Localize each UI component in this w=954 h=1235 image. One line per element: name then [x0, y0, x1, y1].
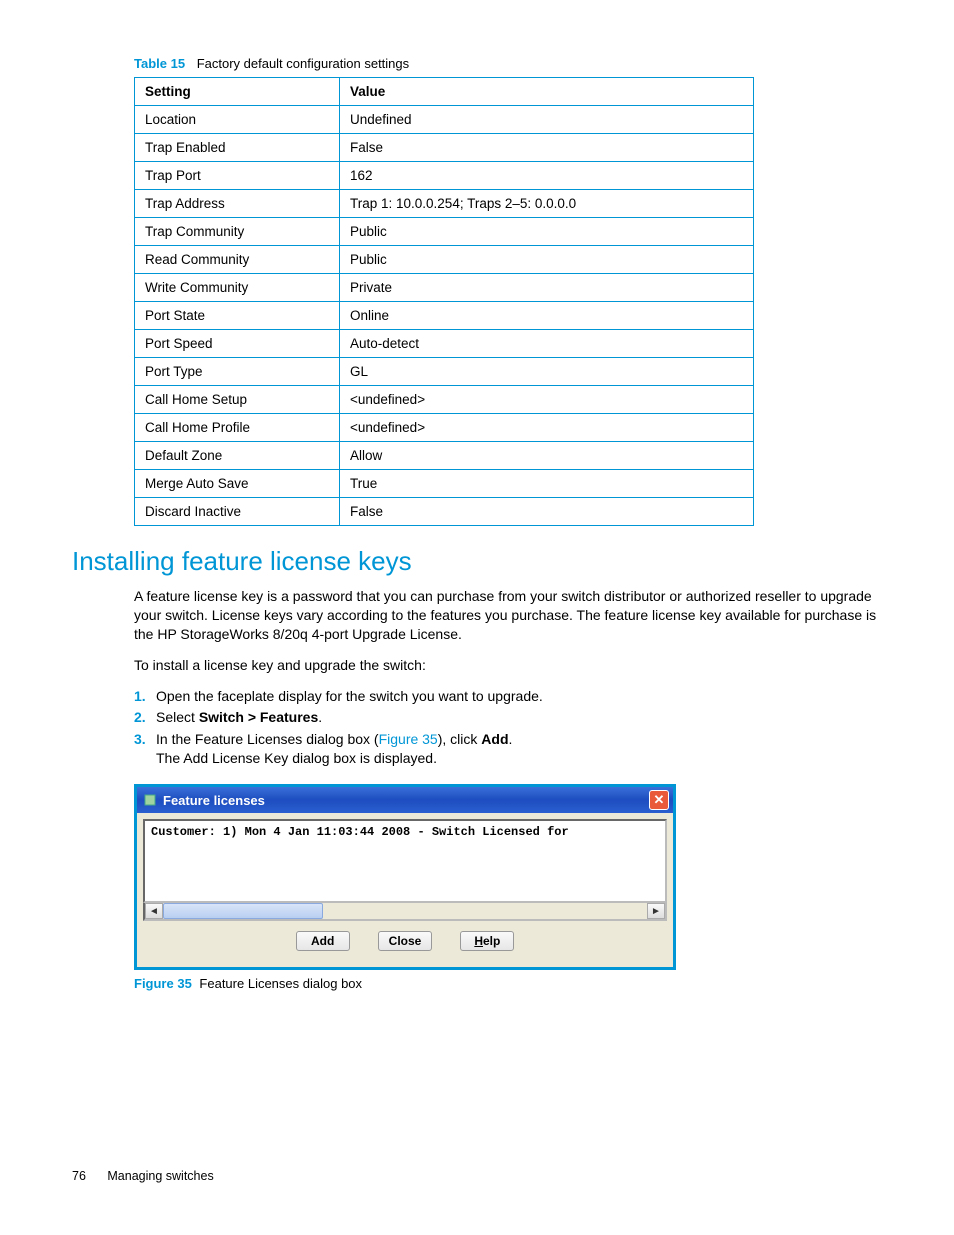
cell-setting: Trap Address — [135, 190, 340, 218]
close-button[interactable]: ✕ — [649, 790, 669, 810]
figure-link[interactable]: Figure 35 — [379, 731, 438, 747]
cell-setting: Port Type — [135, 358, 340, 386]
cell-value: True — [340, 470, 754, 498]
step-number: 2. — [134, 708, 146, 727]
step-text: . — [318, 709, 322, 725]
step-2: 2. Select Switch > Features. — [156, 708, 882, 727]
step-number: 1. — [134, 687, 146, 706]
step-line2: The Add License Key dialog box is displa… — [156, 749, 882, 768]
cell-value: Online — [340, 302, 754, 330]
step-text: Select — [156, 709, 199, 725]
steps-list: 1. Open the faceplate display for the sw… — [134, 687, 882, 769]
figure-caption: Figure 35 Feature Licenses dialog box — [134, 976, 882, 991]
help-button[interactable]: Help — [460, 931, 514, 951]
lead-paragraph: To install a license key and upgrade the… — [134, 656, 882, 675]
cell-value: Trap 1: 10.0.0.254; Traps 2–5: 0.0.0.0 — [340, 190, 754, 218]
step-text: . — [509, 731, 513, 747]
table-row: Merge Auto SaveTrue — [135, 470, 754, 498]
table-header-row: Setting Value — [135, 78, 754, 106]
cell-setting: Discard Inactive — [135, 498, 340, 526]
cell-setting: Port State — [135, 302, 340, 330]
titlebar: Feature licenses ✕ — [137, 787, 673, 813]
cell-value: False — [340, 134, 754, 162]
horizontal-scrollbar[interactable]: ◄ ► — [143, 903, 667, 921]
table-row: Trap CommunityPublic — [135, 218, 754, 246]
cell-value: <undefined> — [340, 386, 754, 414]
cell-setting: Trap Enabled — [135, 134, 340, 162]
help-rest: elp — [483, 934, 500, 948]
add-button[interactable]: Add — [296, 931, 350, 951]
table-row: Trap Port162 — [135, 162, 754, 190]
scroll-right-icon[interactable]: ► — [647, 903, 665, 919]
settings-table: Setting Value LocationUndefinedTrap Enab… — [134, 77, 754, 526]
cell-value: Allow — [340, 442, 754, 470]
step-1: 1. Open the faceplate display for the sw… — [156, 687, 882, 706]
intro-paragraph: A feature license key is a password that… — [134, 587, 882, 644]
cell-setting: Port Speed — [135, 330, 340, 358]
table-caption: Table 15 Factory default configuration s… — [134, 56, 882, 71]
page-number: 76 — [72, 1169, 86, 1183]
cell-setting: Trap Port — [135, 162, 340, 190]
table-title: Factory default configuration settings — [197, 56, 409, 71]
license-listbox[interactable]: Customer: 1) Mon 4 Jan 11:03:44 2008 - S… — [143, 819, 667, 903]
footer-section: Managing switches — [107, 1169, 213, 1183]
section-heading: Installing feature license keys — [72, 546, 882, 577]
col-setting: Setting — [135, 78, 340, 106]
table-row: Port StateOnline — [135, 302, 754, 330]
page-footer: 76 Managing switches — [72, 1169, 214, 1183]
cell-setting: Location — [135, 106, 340, 134]
cell-setting: Write Community — [135, 274, 340, 302]
table-row: Port SpeedAuto-detect — [135, 330, 754, 358]
cell-setting: Read Community — [135, 246, 340, 274]
col-value: Value — [340, 78, 754, 106]
table-label: Table 15 — [134, 56, 185, 71]
cell-setting: Default Zone — [135, 442, 340, 470]
feature-licenses-dialog: Feature licenses ✕ Customer: 1) Mon 4 Ja… — [134, 784, 676, 970]
dialog-title: Feature licenses — [163, 793, 265, 808]
cell-value: <undefined> — [340, 414, 754, 442]
help-mnemonic: H — [474, 934, 483, 948]
step-number: 3. — [134, 730, 146, 749]
step-text: Open the faceplate display for the switc… — [156, 688, 543, 704]
figure-label: Figure 35 — [134, 976, 192, 991]
table-row: Port TypeGL — [135, 358, 754, 386]
table-row: LocationUndefined — [135, 106, 754, 134]
cell-value: False — [340, 498, 754, 526]
step-bold: Switch > Features — [199, 709, 318, 725]
step-bold: Add — [481, 731, 508, 747]
cell-value: Public — [340, 246, 754, 274]
table-row: Read CommunityPublic — [135, 246, 754, 274]
cell-value: Private — [340, 274, 754, 302]
close-dialog-button[interactable]: Close — [378, 931, 433, 951]
step-text: In the Feature Licenses dialog box ( — [156, 731, 379, 747]
table-row: Write CommunityPrivate — [135, 274, 754, 302]
step-3: 3. In the Feature Licenses dialog box (F… — [156, 730, 882, 768]
cell-setting: Trap Community — [135, 218, 340, 246]
cell-value: Public — [340, 218, 754, 246]
cell-value: Undefined — [340, 106, 754, 134]
table-row: Trap AddressTrap 1: 10.0.0.254; Traps 2–… — [135, 190, 754, 218]
cell-setting: Merge Auto Save — [135, 470, 340, 498]
cell-setting: Call Home Profile — [135, 414, 340, 442]
scroll-left-icon[interactable]: ◄ — [145, 903, 163, 919]
scroll-track[interactable] — [163, 903, 647, 919]
step-text: ), click — [438, 731, 482, 747]
table-row: Call Home Setup<undefined> — [135, 386, 754, 414]
cell-value: GL — [340, 358, 754, 386]
cell-setting: Call Home Setup — [135, 386, 340, 414]
table-row: Call Home Profile<undefined> — [135, 414, 754, 442]
table-row: Discard InactiveFalse — [135, 498, 754, 526]
cell-value: Auto-detect — [340, 330, 754, 358]
cell-value: 162 — [340, 162, 754, 190]
figure-title: Feature Licenses dialog box — [199, 976, 362, 991]
list-item: Customer: 1) Mon 4 Jan 11:03:44 2008 - S… — [151, 825, 659, 839]
table-row: Trap EnabledFalse — [135, 134, 754, 162]
table-row: Default ZoneAllow — [135, 442, 754, 470]
app-icon — [143, 793, 157, 807]
scroll-thumb[interactable] — [163, 903, 323, 919]
